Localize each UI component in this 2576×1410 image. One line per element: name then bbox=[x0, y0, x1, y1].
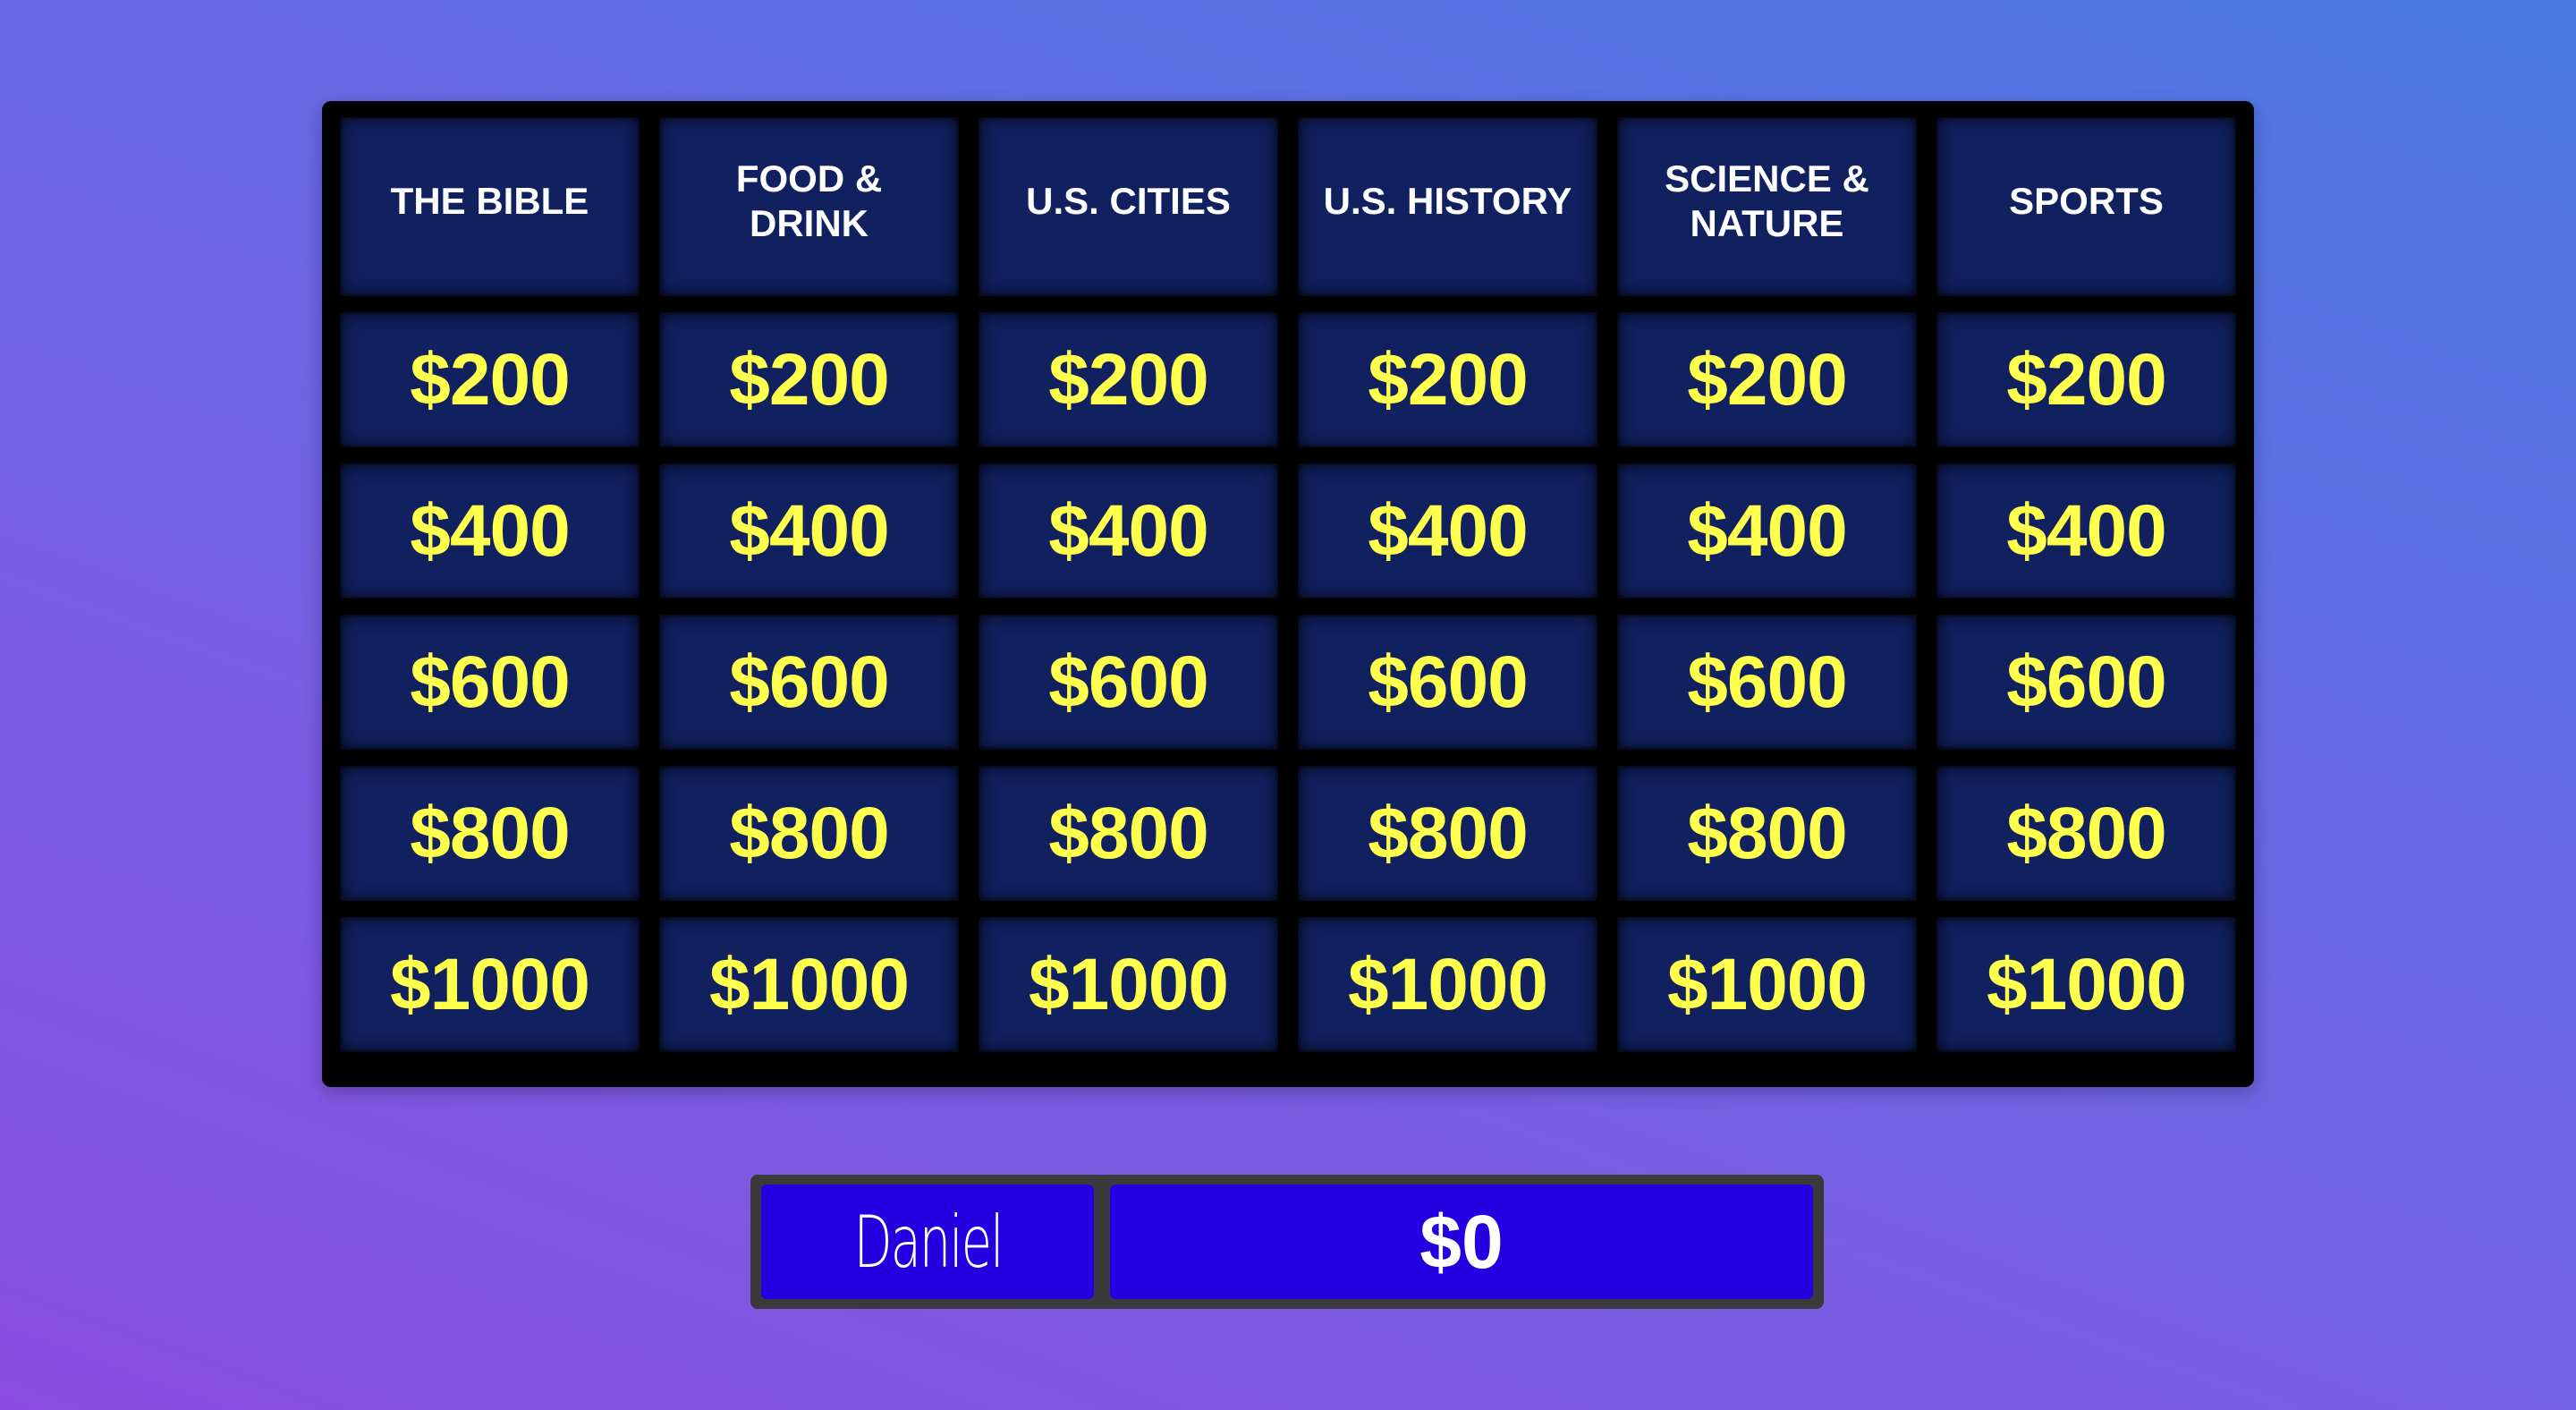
clue-tile[interactable]: $200 bbox=[1298, 312, 1597, 447]
player-name-box: Daniel bbox=[761, 1185, 1094, 1299]
category-label: U.S. CITIES bbox=[1026, 180, 1231, 222]
clue-tile[interactable]: $800 bbox=[659, 766, 959, 901]
category-label: FOOD & DRINK bbox=[735, 157, 883, 244]
clue-tile[interactable]: $400 bbox=[1298, 463, 1597, 599]
category-tile: THE BIBLE bbox=[340, 117, 640, 296]
category-label: SCIENCE & NATURE bbox=[1665, 157, 1869, 244]
player-name: Daniel bbox=[853, 1200, 1004, 1284]
category-tile: U.S. CITIES bbox=[979, 117, 1278, 296]
clue-tile[interactable]: $400 bbox=[659, 463, 959, 599]
clue-tile[interactable]: $400 bbox=[1617, 463, 1917, 599]
clue-tile[interactable]: $800 bbox=[1298, 766, 1597, 901]
clue-tile[interactable]: $400 bbox=[340, 463, 640, 599]
player-score-panel: Daniel $0 bbox=[750, 1175, 1824, 1309]
clue-tile[interactable]: $400 bbox=[1936, 463, 2236, 599]
category-tile: SPORTS bbox=[1936, 117, 2236, 296]
category-tile: U.S. HISTORY bbox=[1298, 117, 1597, 296]
clue-tile[interactable]: $1000 bbox=[1936, 917, 2236, 1052]
clue-tile[interactable]: $600 bbox=[659, 615, 959, 750]
clue-tile[interactable]: $600 bbox=[1617, 615, 1917, 750]
clue-tile[interactable]: $600 bbox=[1936, 615, 2236, 750]
clue-tile[interactable]: $200 bbox=[1936, 312, 2236, 447]
clue-tile[interactable]: $1000 bbox=[979, 917, 1278, 1052]
clue-tile[interactable]: $1000 bbox=[1617, 917, 1917, 1052]
clue-tile[interactable]: $600 bbox=[979, 615, 1278, 750]
clue-tile[interactable]: $600 bbox=[340, 615, 640, 750]
clue-tile[interactable]: $200 bbox=[659, 312, 959, 447]
clue-tile[interactable]: $400 bbox=[979, 463, 1278, 599]
category-label: U.S. HISTORY bbox=[1323, 180, 1572, 222]
game-board: THE BIBLE FOOD & DRINK U.S. CITIES U.S. … bbox=[322, 101, 2254, 1087]
clue-tile[interactable]: $800 bbox=[340, 766, 640, 901]
category-tile: FOOD & DRINK bbox=[659, 117, 959, 296]
category-label: SPORTS bbox=[2009, 180, 2164, 222]
clue-tile[interactable]: $200 bbox=[340, 312, 640, 447]
player-score: $0 bbox=[1110, 1185, 1813, 1299]
category-tile: SCIENCE & NATURE bbox=[1617, 117, 1917, 296]
category-label: THE BIBLE bbox=[390, 180, 589, 222]
clue-tile[interactable]: $1000 bbox=[1298, 917, 1597, 1052]
clue-tile[interactable]: $200 bbox=[1617, 312, 1917, 447]
clue-tile[interactable]: $800 bbox=[1617, 766, 1917, 901]
clue-tile[interactable]: $800 bbox=[1936, 766, 2236, 901]
clue-tile[interactable]: $200 bbox=[979, 312, 1278, 447]
clue-tile[interactable]: $600 bbox=[1298, 615, 1597, 750]
clue-tile[interactable]: $1000 bbox=[659, 917, 959, 1052]
clue-tile[interactable]: $800 bbox=[979, 766, 1278, 901]
clue-tile[interactable]: $1000 bbox=[340, 917, 640, 1052]
